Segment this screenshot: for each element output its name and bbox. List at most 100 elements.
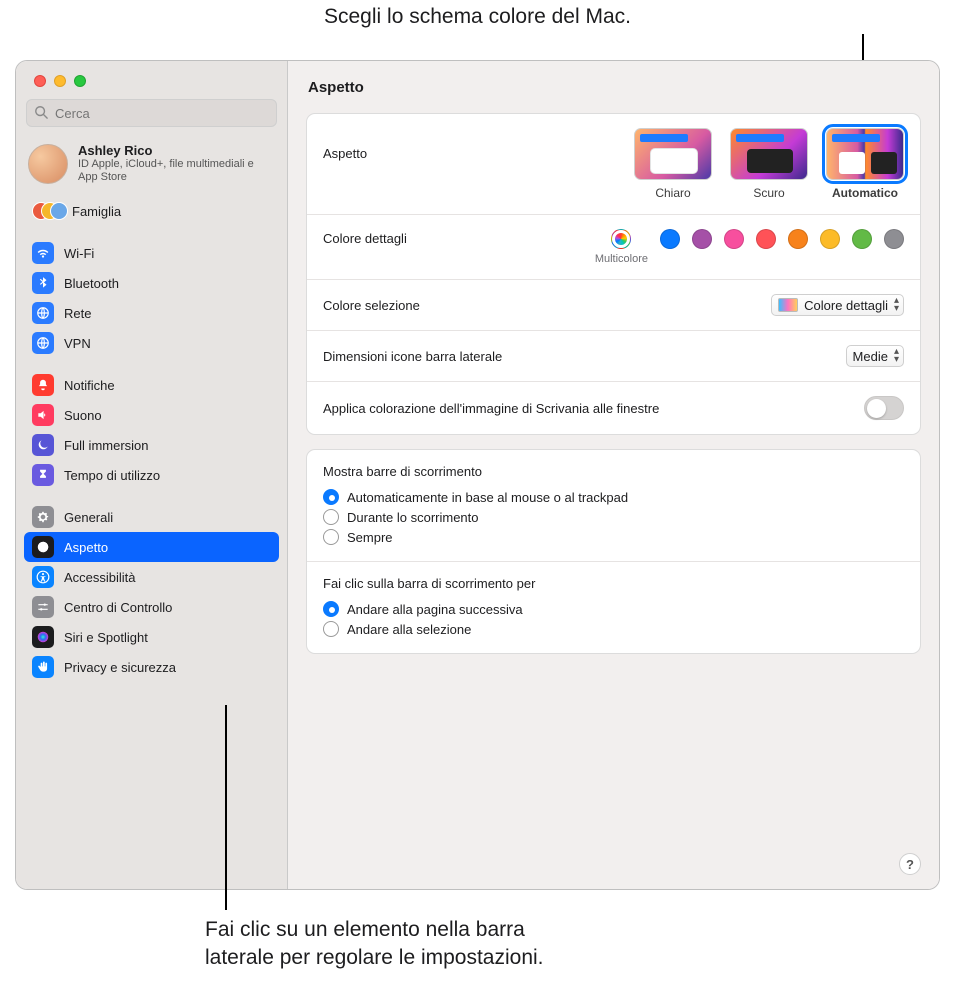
wallpaper-tint-row: Applica colorazione dell'immagine di Scr…: [307, 382, 920, 434]
scrollbars-group: Mostra barre di scorrimento Automaticame…: [307, 450, 920, 562]
sidebar-item-label: Rete: [64, 306, 91, 321]
sidebar-item-label: Wi-Fi: [64, 246, 94, 261]
wallpaper-tint-toggle[interactable]: [864, 396, 904, 420]
wallpaper-tint-label: Applica colorazione dell'immagine di Scr…: [323, 401, 659, 416]
sidebar-item-accessibilita[interactable]: Accessibilità: [24, 562, 279, 592]
sidebar-icon-size-value: Medie: [853, 349, 888, 364]
radio-label: Durante lo scorrimento: [347, 510, 479, 525]
radio-label: Automaticamente in base al mouse o al tr…: [347, 490, 628, 505]
sidebar-item-label: Centro di Controllo: [64, 600, 172, 615]
minimize-window[interactable]: [54, 75, 66, 87]
hourglass-icon: [32, 464, 54, 486]
highlight-value: Colore dettagli: [804, 298, 888, 313]
sidebar-item-label: Aspetto: [64, 540, 108, 555]
accent-selected-label: Multicolore: [595, 253, 648, 265]
radio-icon: [323, 509, 339, 525]
bell-icon: [32, 374, 54, 396]
theme-thumb-auto: [826, 128, 904, 180]
accent-swatch-yellow[interactable]: [820, 229, 840, 249]
sidebar-item-label: Suono: [64, 408, 102, 423]
page-title: Aspetto: [288, 61, 939, 113]
radio-icon: [323, 489, 339, 505]
theme-label: Chiaro: [655, 186, 690, 200]
sidebar-item-aspetto[interactable]: Aspetto: [24, 532, 279, 562]
close-window[interactable]: [34, 75, 46, 87]
contrast-icon: [32, 536, 54, 558]
accent-swatch-orange[interactable]: [788, 229, 808, 249]
sidebar-item-generali[interactable]: Generali: [24, 502, 279, 532]
account-sub: ID Apple, iCloud+, file multimediali e A…: [78, 158, 275, 184]
sidebar-item-label: VPN: [64, 336, 91, 351]
chevron-updown-icon: ▴▾: [894, 297, 899, 313]
sidebar-item-label: Bluetooth: [64, 276, 119, 291]
sidebar-item-privacy[interactable]: Privacy e sicurezza: [24, 652, 279, 682]
zoom-window[interactable]: [74, 75, 86, 87]
accent-swatch-gray[interactable]: [884, 229, 904, 249]
radio-label: Sempre: [347, 530, 393, 545]
theme-option-light[interactable]: Chiaro: [634, 128, 712, 200]
accent-swatch-red[interactable]: [756, 229, 776, 249]
accent-swatch-purple[interactable]: [692, 229, 712, 249]
scrollclick-option[interactable]: Andare alla selezione: [323, 619, 904, 639]
bluetooth-icon: [32, 272, 54, 294]
sidebar: Ashley Rico ID Apple, iCloud+, file mult…: [16, 61, 288, 889]
radio-label: Andare alla selezione: [347, 622, 471, 637]
highlight-popup[interactable]: Colore dettagli ▴▾: [771, 294, 904, 316]
sidebar-item-tempo[interactable]: Tempo di utilizzo: [24, 460, 279, 490]
callout-top: Scegli lo schema colore del Mac.: [0, 5, 955, 29]
settings-window: Ashley Rico ID Apple, iCloud+, file mult…: [15, 60, 940, 890]
appearance-panel: Aspetto Chiaro Scuro Automatico Colore det…: [306, 113, 921, 435]
theme-label: Scuro: [753, 186, 784, 200]
accessibility-icon: [32, 566, 54, 588]
sidebar-item-vpn[interactable]: VPN: [24, 328, 279, 358]
sidebar-item-label: Tempo di utilizzo: [64, 468, 160, 483]
search-input[interactable]: [26, 99, 277, 127]
accent-swatch-blue[interactable]: [660, 229, 680, 249]
highlight-row: Colore selezione Colore dettagli ▴▾: [307, 280, 920, 331]
sidebar-item-fullimmersion[interactable]: Full immersion: [24, 430, 279, 460]
sidebar-item-siri[interactable]: Siri e Spotlight: [24, 622, 279, 652]
sidebar-item-rete[interactable]: Rete: [24, 298, 279, 328]
sidebar-icon-size-label: Dimensioni icone barra laterale: [323, 349, 502, 364]
sidebar-item-family[interactable]: Famiglia: [28, 194, 275, 228]
search-field[interactable]: [26, 99, 277, 127]
scroll-panel: Mostra barre di scorrimento Automaticame…: [306, 449, 921, 654]
family-label: Famiglia: [72, 204, 121, 219]
theme-option-auto[interactable]: Automatico: [826, 128, 904, 200]
theme-option-dark[interactable]: Scuro: [730, 128, 808, 200]
sidebar-item-bluetooth[interactable]: Bluetooth: [24, 268, 279, 298]
sidebar-item-centrocontrollo[interactable]: Centro di Controllo: [24, 592, 279, 622]
family-icon: [32, 200, 64, 222]
scrollclick-option[interactable]: Andare alla pagina successiva: [323, 599, 904, 619]
moon-icon: [32, 434, 54, 456]
gear-icon: [32, 506, 54, 528]
help-button[interactable]: ?: [899, 853, 921, 875]
sidebar-item-notifiche[interactable]: Notifiche: [24, 370, 279, 400]
sidebar-item-wifi[interactable]: Wi-Fi: [24, 238, 279, 268]
theme-thumb-dark: [730, 128, 808, 180]
sidebar-icon-size-row: Dimensioni icone barra laterale Medie ▴▾: [307, 331, 920, 382]
sidebar-item-label: Privacy e sicurezza: [64, 660, 176, 675]
main-pane: Aspetto Aspetto Chiaro Scuro Automatico Co…: [288, 61, 939, 889]
radio-label: Andare alla pagina successiva: [347, 602, 523, 617]
sidebar-icon-size-popup[interactable]: Medie ▴▾: [846, 345, 904, 367]
accent-swatch-multi[interactable]: [611, 229, 631, 249]
scrollclick-title: Fai clic sulla barra di scorrimento per: [323, 576, 904, 591]
accent-label: Colore dettagli: [323, 229, 407, 246]
accent-swatch-pink[interactable]: [724, 229, 744, 249]
sidebar-item-suono[interactable]: Suono: [24, 400, 279, 430]
scrollbars-option[interactable]: Sempre: [323, 527, 904, 547]
speaker-icon: [32, 404, 54, 426]
appearance-label: Aspetto: [323, 128, 367, 161]
hand-icon: [32, 656, 54, 678]
appearance-row: Aspetto Chiaro Scuro Automatico: [307, 114, 920, 215]
callout-line: [225, 705, 227, 910]
siri-icon: [32, 626, 54, 648]
apple-id-row[interactable]: Ashley Rico ID Apple, iCloud+, file mult…: [16, 137, 287, 190]
sliders-icon: [32, 596, 54, 618]
scrollbars-option[interactable]: Durante lo scorrimento: [323, 507, 904, 527]
sidebar-item-label: Siri e Spotlight: [64, 630, 148, 645]
accent-swatch-green[interactable]: [852, 229, 872, 249]
scrollbars-option[interactable]: Automaticamente in base al mouse o al tr…: [323, 487, 904, 507]
sidebar-item-label: Full immersion: [64, 438, 149, 453]
